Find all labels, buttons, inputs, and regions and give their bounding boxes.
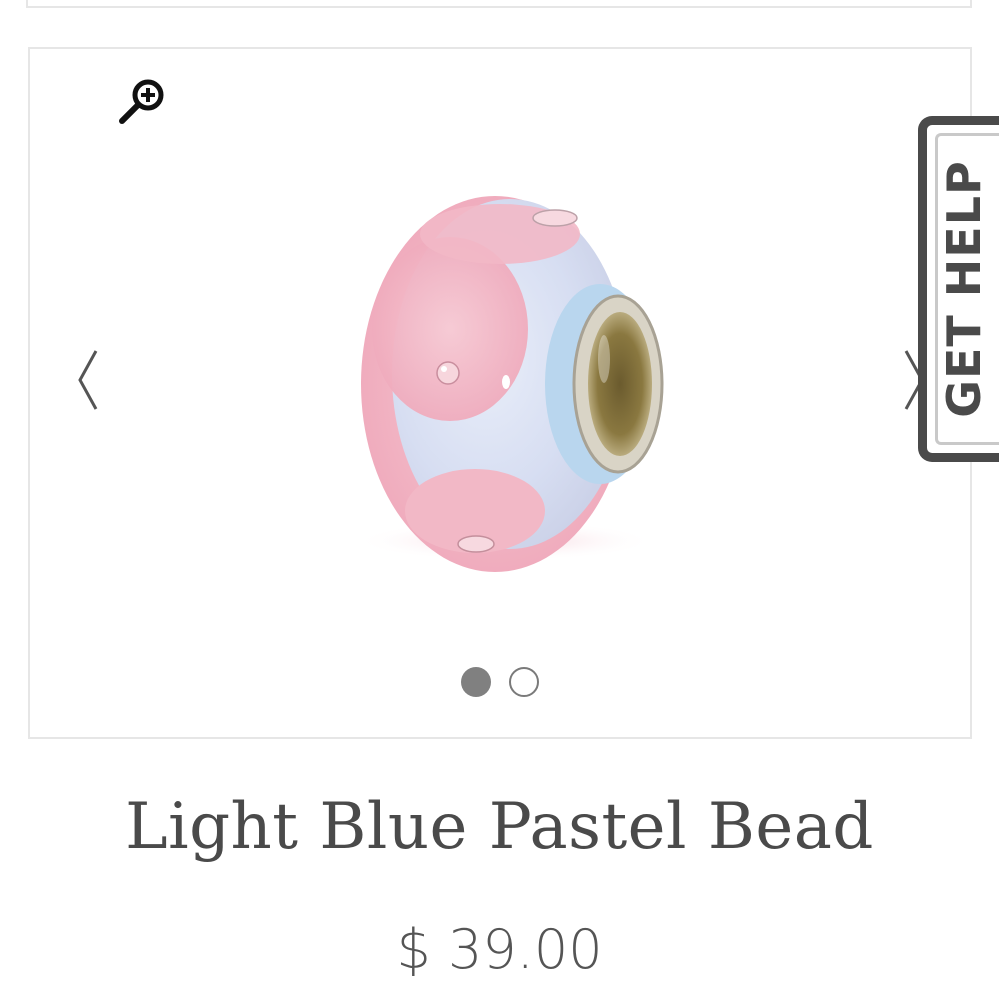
slide-indicators [30,667,970,697]
product-page: GET HELP Light Blue Pastel Bead $ 39.00 [0,0,999,1000]
prev-slide-button[interactable] [70,345,106,415]
slide-dot-2[interactable] [509,667,539,697]
product-price: $ 39.00 [396,918,603,981]
chevron-left-icon [78,350,98,410]
slide-dot-1[interactable] [461,667,491,697]
product-title: Light Blue Pastel Bead [125,790,874,864]
get-help-label: GET HELP [936,160,991,418]
product-image [330,139,670,579]
previous-section-panel [26,0,972,8]
zoom-in-icon[interactable] [116,75,168,127]
product-image-gallery[interactable] [28,47,972,739]
get-help-tab[interactable]: GET HELP [918,116,999,462]
